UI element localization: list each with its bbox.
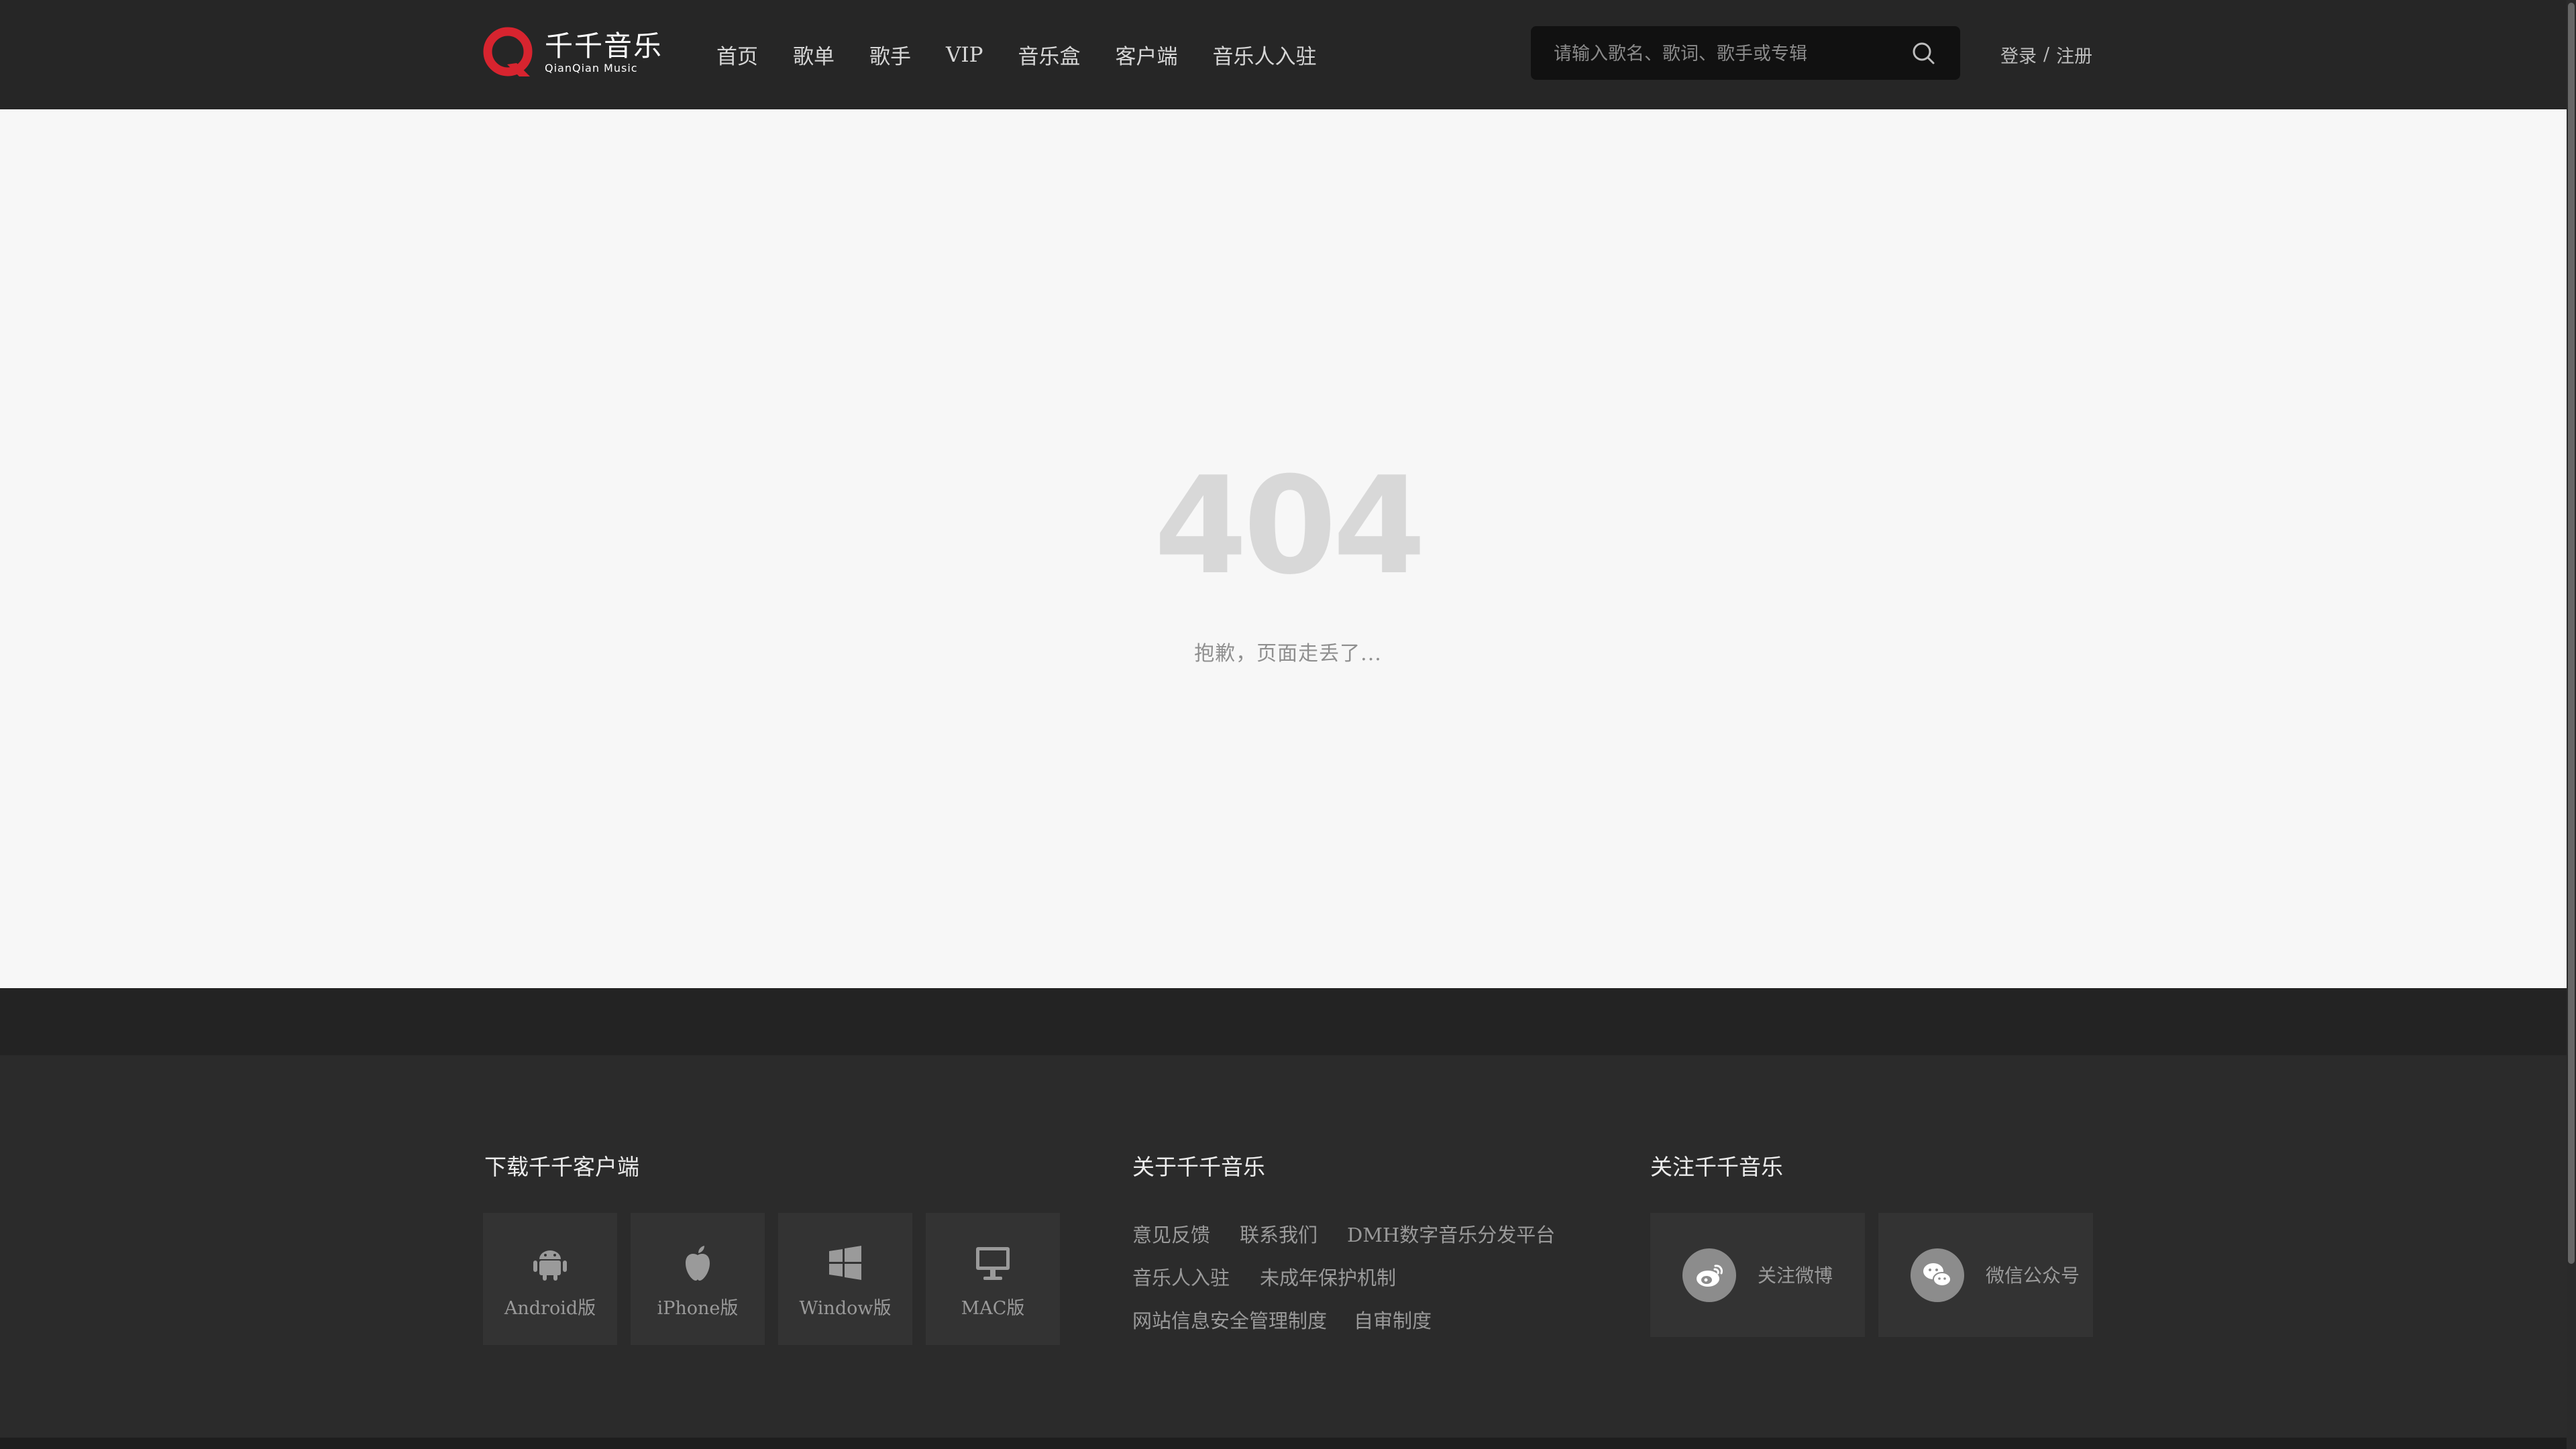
footer: 下载千千客户端 Android版 iPhone版 Window版 MAC版 关于… — [0, 1055, 2567, 1438]
download-android-label: Android版 — [504, 1298, 596, 1319]
login-link[interactable]: 登录 — [2000, 42, 2037, 68]
nav-vip[interactable]: VIP — [946, 43, 983, 67]
weibo-icon — [1697, 1265, 1723, 1287]
apple-icon — [686, 1246, 710, 1281]
scrollbar-thumb[interactable] — [2568, 3, 2575, 1264]
minor-protection-link[interactable]: 未成年保护机制 — [1260, 1263, 1396, 1291]
logo-text: 千千音乐 QianQian Music — [545, 31, 663, 75]
download-iphone-button[interactable]: iPhone版 — [631, 1213, 765, 1345]
logo-subtitle: QianQian Music — [545, 62, 638, 74]
logo-title: 千千音乐 — [545, 30, 663, 62]
download-mac-button[interactable]: MAC版 — [926, 1213, 1060, 1345]
musician-join-link[interactable]: 音乐人入驻 — [1132, 1263, 1230, 1291]
contact-us-link[interactable]: 联系我们 — [1240, 1220, 1318, 1248]
security-policy-link[interactable]: 网站信息安全管理制度 — [1132, 1305, 1327, 1334]
top-header: 千千音乐 QianQian Music 首页 歌单 歌手 VIP 音乐盒 客户端… — [0, 0, 2567, 109]
download-mac-label: MAC版 — [961, 1298, 1025, 1319]
monitor-icon — [976, 1247, 1010, 1280]
follow-wechat-label: 微信公众号 — [1986, 1265, 2080, 1287]
nav-musician-join[interactable]: 音乐人入驻 — [1213, 40, 1317, 70]
footer-bottom-bar — [0, 1438, 2567, 1449]
search-input[interactable] — [1552, 26, 1904, 81]
follow-weibo-button[interactable]: 关注微博 — [1650, 1213, 1865, 1337]
nav-playlists[interactable]: 歌单 — [793, 40, 835, 70]
feedback-link[interactable]: 意见反馈 — [1132, 1220, 1210, 1248]
android-icon — [533, 1250, 567, 1281]
auth-separator: / — [2043, 44, 2050, 65]
logo[interactable]: 千千音乐 QianQian Music — [483, 27, 663, 79]
download-section-title: 下载千千客户端 — [484, 1154, 639, 1180]
error-code: 404 — [1154, 468, 1421, 582]
main-content: 404 抱歉，页面走丢了... — [0, 109, 2567, 988]
qianqian-logo-icon — [483, 27, 533, 76]
download-android-button[interactable]: Android版 — [483, 1213, 617, 1345]
nav-client[interactable]: 客户端 — [1116, 40, 1178, 70]
windows-icon — [829, 1246, 861, 1280]
main-nav: 首页 歌单 歌手 VIP 音乐盒 客户端 音乐人入驻 — [716, 0, 1352, 109]
nav-home[interactable]: 首页 — [716, 40, 758, 70]
wechat-icon — [1923, 1263, 1951, 1287]
footer-divider-band — [0, 988, 2567, 1055]
download-windows-label: Window版 — [799, 1298, 892, 1319]
search-box — [1531, 26, 1960, 81]
dmh-platform-link[interactable]: DMH数字音乐分发平台 — [1347, 1220, 1555, 1248]
register-link[interactable]: 注册 — [2056, 42, 2092, 68]
search-icon[interactable] — [1910, 40, 1937, 66]
follow-wechat-button[interactable]: 微信公众号 — [1878, 1213, 2093, 1337]
error-code-graphic: 404 — [1154, 468, 1426, 582]
follow-section-title: 关注千千音乐 — [1650, 1154, 1783, 1180]
self-review-link[interactable]: 自审制度 — [1354, 1305, 1432, 1334]
nav-music-box[interactable]: 音乐盒 — [1018, 40, 1081, 70]
error-message: 抱歉，页面走丢了... — [1194, 642, 1382, 665]
download-windows-button[interactable]: Window版 — [778, 1213, 912, 1345]
about-section-title: 关于千千音乐 — [1132, 1154, 1265, 1180]
download-iphone-label: iPhone版 — [657, 1298, 739, 1319]
nav-singers[interactable]: 歌手 — [869, 40, 911, 70]
follow-weibo-label: 关注微博 — [1758, 1265, 1833, 1287]
auth-links: 登录 / 注册 — [2000, 0, 2092, 109]
